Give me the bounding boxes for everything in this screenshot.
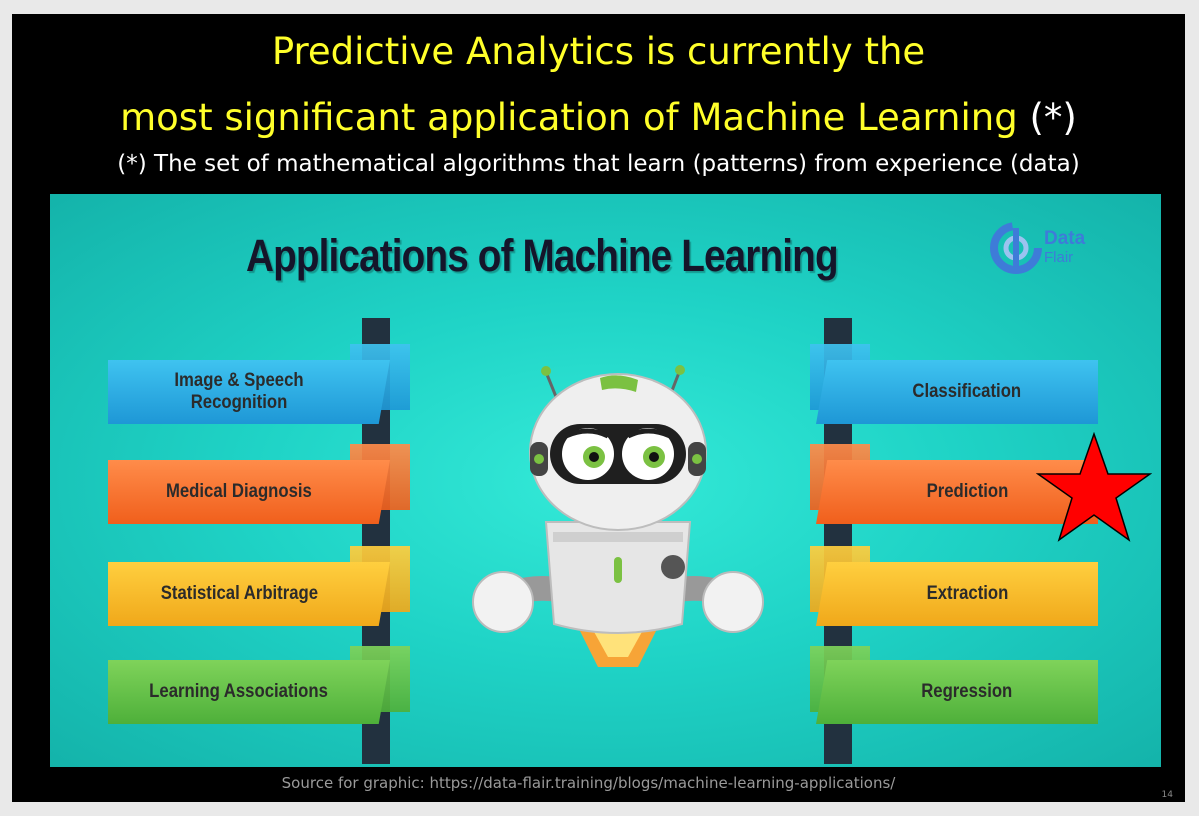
slide-title-line1: Predictive Analytics is currently the	[271, 30, 926, 73]
banner-label: Medical Diagnosis	[166, 481, 312, 502]
title-asterisk: (*)	[1029, 96, 1077, 139]
slide: Predictive Analytics is currently the mo…	[12, 14, 1185, 802]
banner-label: Extraction	[926, 583, 1008, 604]
logo-line1: Data	[1044, 228, 1086, 249]
banner-label: Classification	[912, 381, 1022, 402]
graphic-title: Applications of Machine Learning	[246, 230, 839, 281]
banner-image-speech-recognition: Image & Speech Recognition	[108, 360, 390, 424]
banner-label: Learning Associations	[149, 681, 329, 702]
robot-icon	[472, 365, 764, 667]
banner-statistical-arbitrage: Statistical Arbitrage	[108, 562, 390, 626]
logo-line2: Flair	[1044, 249, 1074, 266]
slide-subtitle: (*) The set of mathematical algorithms t…	[117, 151, 1080, 177]
banner-extraction: Extraction	[816, 562, 1098, 626]
slide-title-line2: most significant application of Machine …	[12, 96, 1185, 140]
banner-regression: Regression	[816, 660, 1098, 724]
banner-label: Statistical Arbitrage	[160, 583, 318, 604]
page-number: 14	[1161, 790, 1173, 800]
title-line2-text: most significant application of Machine …	[120, 96, 1018, 139]
banner-medical-diagnosis: Medical Diagnosis	[108, 460, 390, 524]
data-flair-logo-icon: Data Flair	[990, 222, 1120, 282]
banner-label: Image & Speech Recognition	[174, 370, 304, 413]
red-star-icon	[1036, 432, 1152, 542]
banner-label: Prediction	[926, 481, 1008, 502]
banner-label: Regression	[921, 681, 1013, 702]
source-caption: Source for graphic: https://data-flair.t…	[281, 774, 896, 792]
banner-learning-associations: Learning Associations	[108, 660, 390, 724]
applications-graphic: Applications of Machine Learning Data Fla…	[50, 194, 1161, 767]
banner-classification: Classification	[816, 360, 1098, 424]
